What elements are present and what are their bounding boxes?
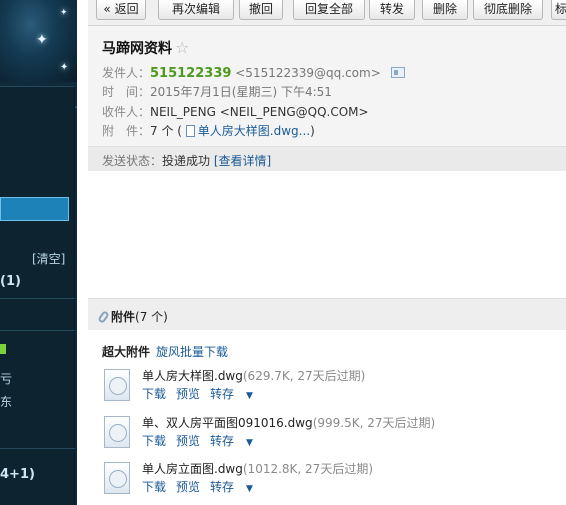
sidebar-item-partial[interactable]: 东 <box>0 393 12 410</box>
save-text: 转存 <box>210 480 235 494</box>
forward-button[interactable]: 转发 <box>369 0 415 20</box>
file-meta: (1012.8K, 27天后过期) <box>242 462 373 476</box>
recipient-label: 收件人： <box>102 105 151 119</box>
back-button[interactable]: « 返回 <box>96 0 146 20</box>
mail-view: « 返回 再次编辑 撤回 回复全部 转发 删除 彻底删除 标 马蹄网资料 ☆ 发件… <box>88 0 566 505</box>
mark-button[interactable]: 标 <box>551 0 566 20</box>
caret-down-icon: ▼ <box>246 438 253 448</box>
status-value: 投递成功 <box>162 154 211 168</box>
file-icon[interactable] <box>104 416 130 448</box>
status-detail-link[interactable]: [查看详情] <box>214 154 271 168</box>
mail-header: 马蹄网资料 ☆ 发件人：515122339 <515122339@qq.com> … <box>88 26 566 171</box>
star-icon[interactable]: ☆ <box>175 38 189 57</box>
download-link[interactable]: 下载 <box>142 480 166 494</box>
attachment-count: 7 个 ( <box>150 124 182 138</box>
attachment-name: 单人房大样图.dwg(629.7K, 27天后过期) <box>142 367 365 384</box>
attachments-title: 附件(7 个) <box>97 308 168 325</box>
sidebar-banner: ✦ ✦ ✦ <box>0 0 77 120</box>
reply-all-button[interactable]: 回复全部 <box>293 0 365 20</box>
caret-down-icon: ▼ <box>246 484 253 494</box>
subject-text: 马蹄网资料 <box>102 41 172 57</box>
document-icon <box>185 125 195 137</box>
attachment-item: 单人房大样图.dwg(629.7K, 27天后过期) 下载 预览 转存 ▼ <box>104 367 564 411</box>
batch-download-link[interactable]: 旋风批量下载 <box>156 345 228 359</box>
file-name[interactable]: 单人房大样图.dwg <box>142 369 243 383</box>
download-link[interactable]: 下载 <box>142 434 166 448</box>
preview-link[interactable]: 预览 <box>176 434 200 448</box>
sidebar-divider <box>0 448 75 449</box>
star-icon: ✦ <box>36 32 48 48</box>
preview-link[interactable]: 预览 <box>176 387 200 401</box>
paperclip-icon <box>97 310 110 324</box>
re-edit-button[interactable]: 再次编辑 <box>158 0 234 20</box>
attachment-name: 单人房立面图.dwg(1012.8K, 27天后过期) <box>142 460 373 477</box>
time-value: 2015年7月1日(星期三) 下午4:51 <box>150 85 332 99</box>
attachment-name: 单、双人房平面图091016.dwg(999.5K, 27天后过期) <box>142 414 435 431</box>
sender-label: 发件人： <box>102 66 151 80</box>
file-name[interactable]: 单、双人房平面图091016.dwg <box>142 416 313 430</box>
attachment-actions: 下载 预览 转存 ▼ <box>142 385 273 402</box>
save-link[interactable]: 转存 ▼ <box>210 480 263 494</box>
contact-card-icon[interactable] <box>390 67 405 78</box>
sidebar-divider <box>0 330 75 331</box>
attachments-count: (7 个) <box>135 310 168 324</box>
mail-subject: 马蹄网资料 ☆ <box>102 38 189 58</box>
star-icon: ✦ <box>60 62 69 73</box>
attachments-header: 附件(7 个) <box>88 298 566 330</box>
sidebar-item-count[interactable]: (1) <box>0 274 21 289</box>
file-icon[interactable] <box>104 369 130 401</box>
sidebar-divider <box>0 298 75 299</box>
save-text: 转存 <box>210 387 235 401</box>
download-link[interactable]: 下载 <box>142 387 166 401</box>
sidebar-item-count[interactable]: 4+1) <box>0 467 35 482</box>
recipient-value[interactable]: NEIL_PENG <NEIL_PENG@QQ.COM> <box>150 105 369 119</box>
sender-email: <515122339@qq.com> <box>235 66 381 80</box>
send-status-bar: 发送状态：投递成功 [查看详情] <box>88 146 566 171</box>
attachments-title-text: 附件 <box>111 310 136 324</box>
caret-down-icon: ▼ <box>246 391 253 401</box>
preview-link[interactable]: 预览 <box>176 480 200 494</box>
mail-toolbar: « 返回 再次编辑 撤回 回复全部 转发 删除 彻底删除 标 <box>88 0 566 26</box>
file-icon[interactable] <box>104 462 130 494</box>
attachment-first-link[interactable]: 单人房大样图.dwg... <box>198 124 310 138</box>
recipient-row: 收件人：NEIL_PENG <NEIL_PENG@QQ.COM> <box>102 103 369 120</box>
save-link[interactable]: 转存 ▼ <box>210 434 263 448</box>
attachment-close: ) <box>310 124 315 138</box>
left-sidebar: ✦ ✦ ✦ [清空] (1) 亏 东 4+1) <box>0 0 77 505</box>
time-label: 时 间： <box>102 85 151 99</box>
sender-name[interactable]: 515122339 <box>150 66 231 81</box>
sidebar-panel <box>0 86 75 505</box>
sender-row: 发件人：515122339 <515122339@qq.com> <box>102 64 405 81</box>
star-icon: ✦ <box>60 8 68 18</box>
attachment-actions: 下载 预览 转存 ▼ <box>142 478 273 495</box>
large-attachments-label: 超大附件 旋风批量下载 <box>102 343 228 360</box>
attachment-item: 单人房立面图.dwg(1012.8K, 27天后过期) 下载 预览 转存 ▼ <box>104 460 564 504</box>
attachment-actions: 下载 预览 转存 ▼ <box>142 432 273 449</box>
sidebar-selected-item[interactable] <box>0 197 69 221</box>
time-row: 时 间：2015年7月1日(星期三) 下午4:51 <box>102 83 332 100</box>
save-text: 转存 <box>210 434 235 448</box>
delete-forever-button[interactable]: 彻底删除 <box>473 0 543 20</box>
file-meta: (999.5K, 27天后过期) <box>312 416 436 430</box>
attachment-label: 附 件： <box>102 124 151 138</box>
file-meta: (629.7K, 27天后过期) <box>242 369 366 383</box>
status-label: 发送状态： <box>102 154 163 168</box>
sidebar-item-partial[interactable]: 亏 <box>0 370 12 387</box>
large-attachments-text: 超大附件 <box>102 345 151 359</box>
clear-trash-link[interactable]: [清空] <box>32 250 65 267</box>
delete-button[interactable]: 删除 <box>422 0 468 20</box>
status-row: 发送状态：投递成功 [查看详情] <box>102 152 271 169</box>
battery-icon <box>0 344 6 354</box>
save-link[interactable]: 转存 ▼ <box>210 387 263 401</box>
recall-button[interactable]: 撤回 <box>239 0 283 20</box>
attachment-row: 附 件：7 个 ( 单人房大样图.dwg...) <box>102 122 315 139</box>
attachment-item: 单、双人房平面图091016.dwg(999.5K, 27天后过期) 下载 预览转… <box>104 414 564 458</box>
file-name[interactable]: 单人房立面图.dwg <box>142 462 243 476</box>
